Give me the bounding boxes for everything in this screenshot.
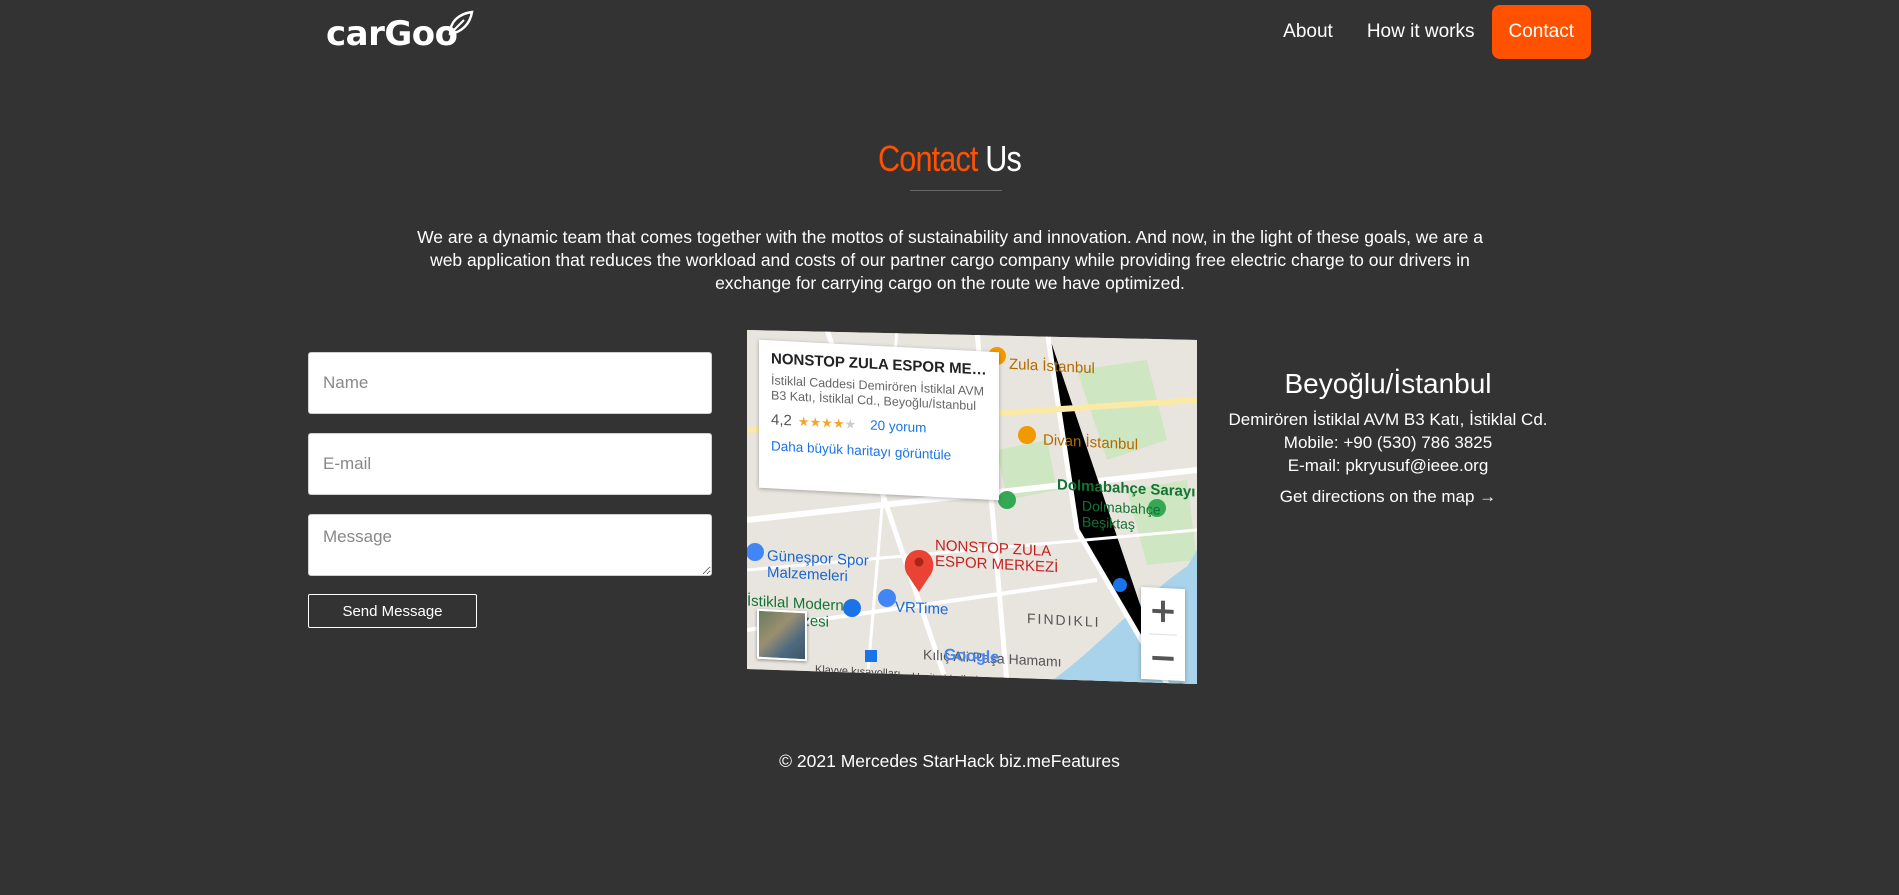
send-message-button[interactable]: Send Message: [308, 594, 477, 628]
contact-info: Beyoğlu/İstanbul Demirören İstiklal AVM …: [1160, 368, 1616, 507]
page-title-rest: Us: [985, 138, 1022, 179]
zoom-out-button[interactable]: −: [1141, 634, 1185, 682]
nav-link-contact[interactable]: Contact: [1491, 5, 1591, 59]
page-title: Contact Us: [142, 138, 1756, 180]
contact-city: Beyoğlu/İstanbul: [1284, 368, 1492, 399]
map-embed[interactable]: NONSTOP ZULA ESPOR MER... İstiklal Cadde…: [747, 330, 1197, 684]
map-place-address: İstiklal Caddesi Demirören İstiklal AVM …: [771, 373, 985, 414]
map-satellite-toggle[interactable]: [757, 608, 807, 662]
contact-mobile: Mobile: +90 (530) 786 3825: [1283, 433, 1493, 452]
nav-link-how-it-works[interactable]: How it works: [1350, 5, 1492, 59]
nav-link-about[interactable]: About: [1266, 5, 1350, 59]
map-bigger-link[interactable]: Daha büyük haritayı görüntüle: [771, 438, 987, 464]
map-zoom-controls: + −: [1141, 586, 1185, 682]
zoom-in-button[interactable]: +: [1141, 587, 1185, 635]
map-label-vrtime: VRTime: [895, 598, 949, 619]
title-divider: [910, 190, 1002, 191]
footer-copyright: © 2021 Mercedes StarHack biz.meFeatures: [779, 751, 1120, 771]
contact-email: E-mail: pkryusuf@ieee.org: [1287, 456, 1489, 475]
star-rating-icon: ★★★★★: [797, 413, 857, 432]
contact-address: Demirören İstiklal AVM B3 Katı, İstiklal…: [1228, 410, 1548, 429]
navbar: carGoo About How it works Contact: [0, 0, 1899, 64]
logo-text: carGoo: [326, 14, 458, 54]
contact-form: Send Message: [308, 352, 712, 628]
map-place-card: NONSTOP ZULA ESPOR MER... İstiklal Cadde…: [759, 339, 999, 501]
page-title-accent: Contact: [878, 138, 978, 179]
about-text: We are a dynamic team that comes togethe…: [417, 227, 1483, 293]
message-input[interactable]: [308, 514, 712, 576]
map-rating-value: 4,2: [771, 411, 792, 430]
email-input[interactable]: [308, 433, 712, 495]
map-reviews-link[interactable]: 20 yorum: [870, 418, 926, 436]
name-input[interactable]: [308, 352, 712, 414]
logo[interactable]: carGoo: [326, 10, 474, 58]
google-logo: Google: [944, 646, 1000, 667]
directions-link[interactable]: Get directions on the map →: [1160, 487, 1616, 507]
nav-links: About How it works Contact: [1266, 5, 1591, 59]
map-rating-row: 4,2 ★★★★★ 20 yorum: [771, 411, 987, 439]
leaf-icon: [448, 10, 474, 36]
